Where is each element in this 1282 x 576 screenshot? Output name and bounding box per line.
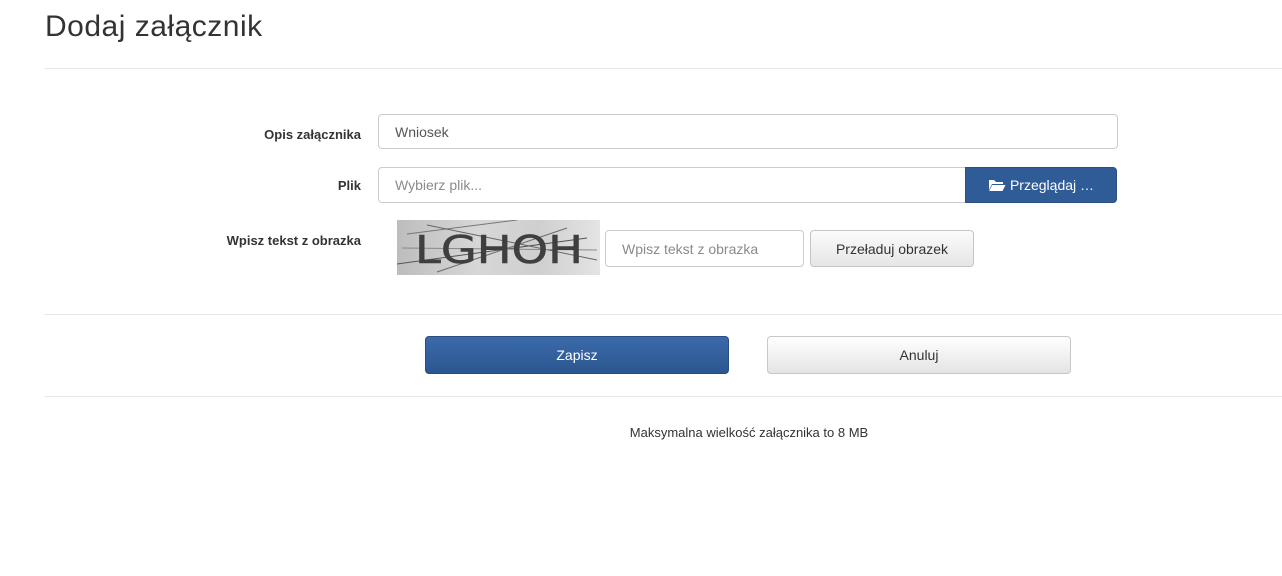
page-title: Dodaj załącznik [45, 10, 263, 43]
header-divider [44, 68, 1282, 69]
file-name-input[interactable] [378, 167, 966, 203]
save-button[interactable]: Zapisz [425, 336, 729, 374]
description-label: Opis załącznika [264, 127, 361, 142]
file-label: Plik [337, 178, 361, 193]
captcha-image: LGHOH [396, 219, 600, 275]
folder-open-icon [988, 178, 1006, 192]
cancel-button[interactable]: Anuluj [767, 336, 1071, 374]
captcha-input[interactable] [605, 230, 804, 267]
description-input[interactable] [378, 114, 1118, 149]
browse-button-label: Przeglądaj … [1009, 177, 1095, 193]
form-divider [44, 314, 1282, 315]
max-size-note: Maksymalna wielkość załącznika to 8 MB [629, 425, 869, 440]
add-attachment-page: Dodaj załącznik Opis załącznika Plik Prz… [0, 0, 1282, 576]
reload-captcha-button[interactable]: Przeładuj obrazek [810, 230, 974, 267]
actions-divider [44, 396, 1282, 397]
captcha-text: LGHOH [415, 228, 583, 272]
captcha-label: Wpisz tekst z obrazka [226, 233, 361, 248]
browse-button[interactable]: Przeglądaj … [965, 167, 1117, 203]
